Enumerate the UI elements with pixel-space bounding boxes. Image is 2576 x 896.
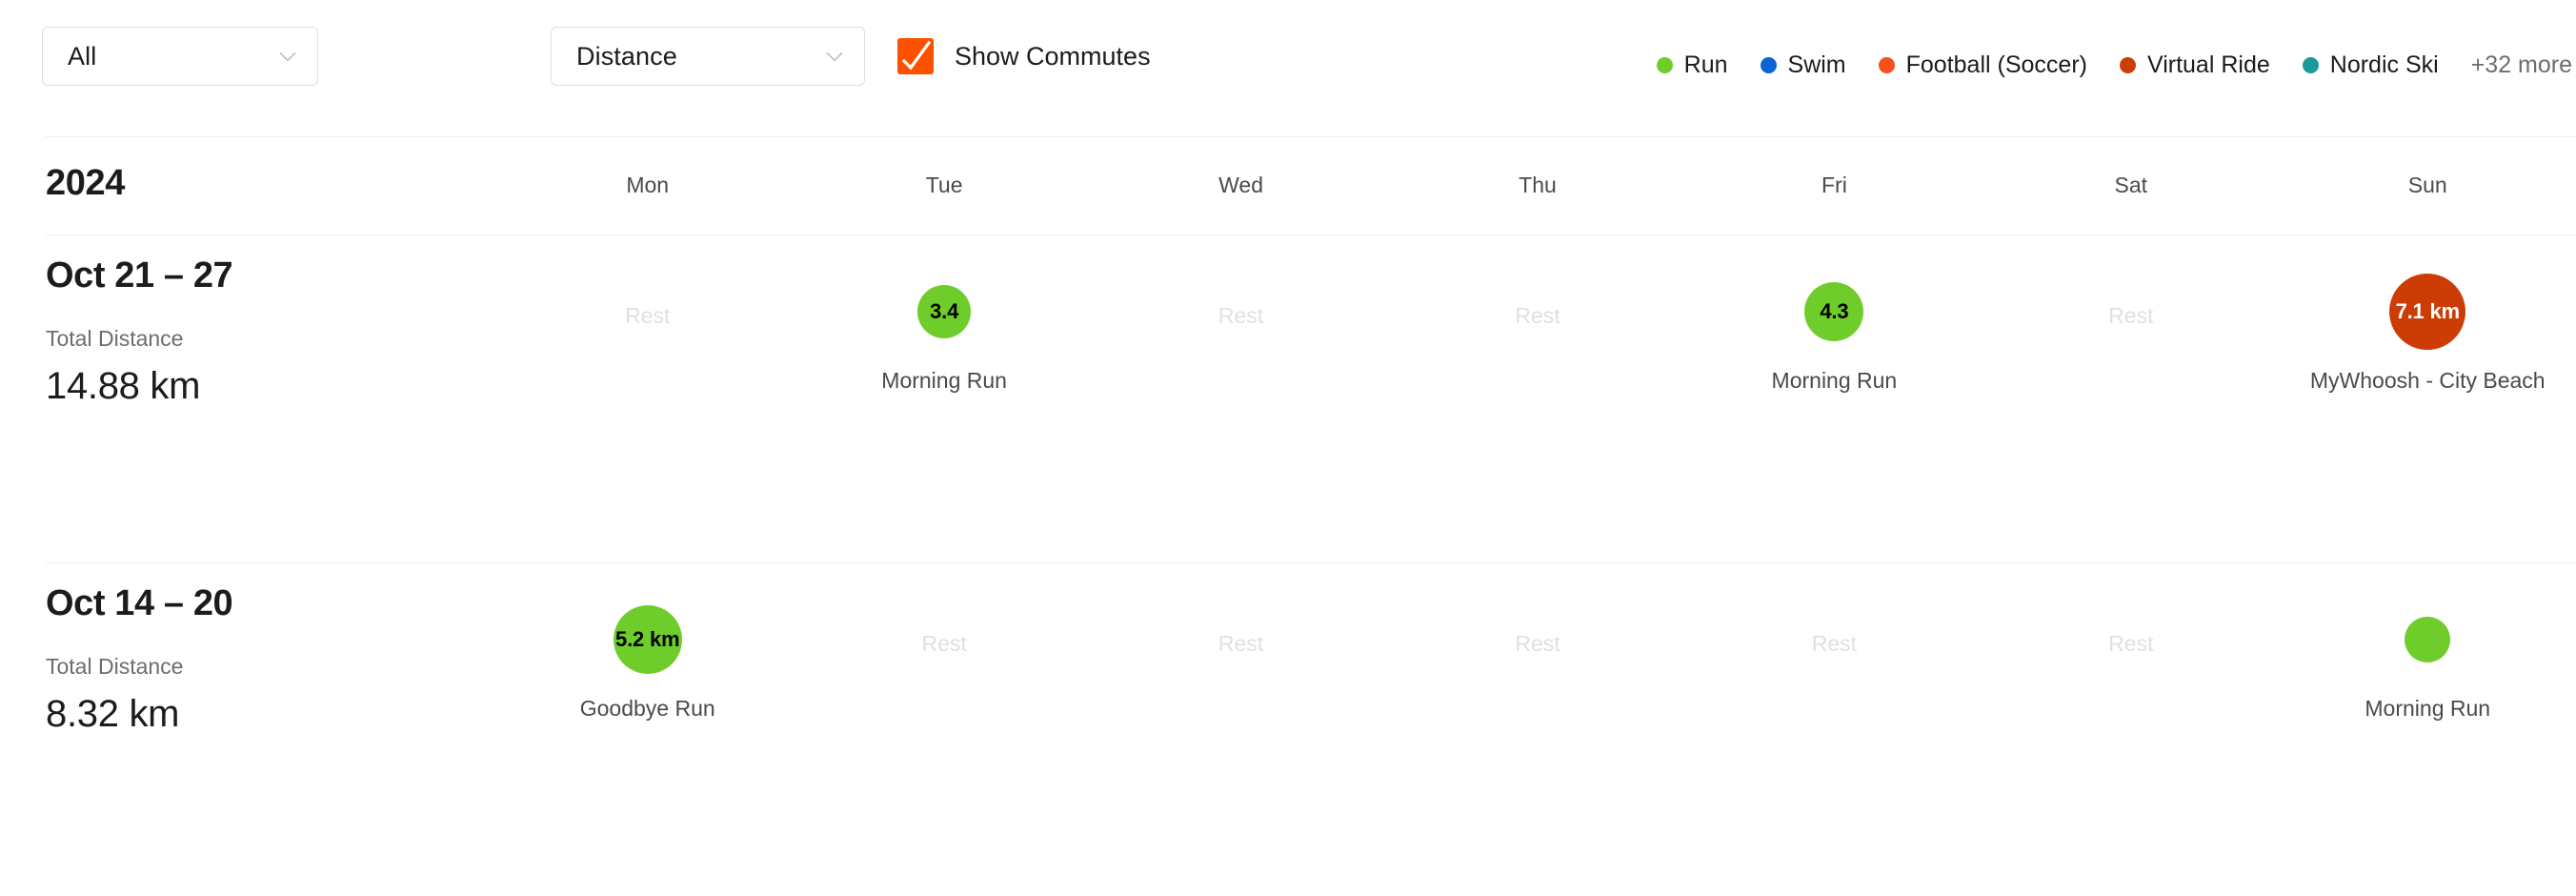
activity-name-label[interactable]: Morning Run bbox=[1648, 368, 2021, 394]
day-header-thu: Thu bbox=[1389, 136, 1685, 234]
metric-filter-select[interactable]: Distance bbox=[551, 27, 865, 86]
day-header-label: Sun bbox=[2407, 173, 2447, 197]
sport-color-dot-icon bbox=[2119, 57, 2136, 73]
day-cell-sat[interactable]: Rest bbox=[1982, 562, 2279, 758]
rest-day-label: Rest bbox=[2108, 303, 2154, 328]
day-cell-fri[interactable]: Rest bbox=[1686, 562, 1982, 758]
rest-day-label: Rest bbox=[2108, 631, 2154, 656]
year-label: 2024 bbox=[46, 163, 125, 203]
rest-day-label: Rest bbox=[1515, 631, 1560, 656]
day-cell-mon[interactable]: 5.2 km Goodbye Run bbox=[499, 562, 795, 758]
activity-bubble-value: 5.2 km bbox=[615, 627, 680, 651]
activity-bubble-wrap bbox=[2280, 597, 2576, 682]
week-day-cells: 5.2 km Goodbye Run Rest Rest Rest Rest Rest Mor… bbox=[499, 562, 2576, 758]
rest-day-label: Rest bbox=[921, 631, 967, 656]
day-header-mon: Mon bbox=[499, 136, 795, 234]
week-stat-value: 8.32 km bbox=[46, 693, 180, 735]
week-summary: Oct 21 – 27 Total Distance 14.88 km bbox=[46, 234, 484, 405]
legend-item-nordic-ski[interactable]: Nordic Ski bbox=[2302, 51, 2439, 78]
day-cell-sun[interactable]: Morning Run bbox=[2280, 562, 2576, 758]
rest-day-label: Rest bbox=[1811, 631, 1858, 656]
sport-color-dot-icon bbox=[1878, 57, 1895, 73]
legend-label: Nordic Ski bbox=[2329, 51, 2439, 78]
rest-day-label: Rest bbox=[625, 303, 671, 328]
legend-item-virtual-ride[interactable]: Virtual Ride bbox=[2119, 51, 2270, 78]
week-stat-label: Total Distance bbox=[46, 654, 184, 679]
day-header-label: Sat bbox=[2114, 173, 2148, 197]
day-cell-wed[interactable]: Rest bbox=[1093, 234, 1389, 430]
training-calendar-page: All Distance Show Commutes Run Swim Foot… bbox=[0, 0, 2576, 896]
activity-bubble-value: 3.4 bbox=[930, 299, 959, 323]
calendar-week-row: Oct 21 – 27 Total Distance 14.88 km Rest 3.4… bbox=[0, 234, 2576, 430]
legend-label: Football (Soccer) bbox=[1905, 51, 2087, 78]
activity-bubble-value: 4.3 bbox=[1820, 299, 1849, 323]
day-header-sun: Sun bbox=[2280, 136, 2576, 234]
rest-day-label: Rest bbox=[1218, 303, 1264, 328]
activity-name-label[interactable]: MyWhoosh - City Beach bbox=[2242, 368, 2576, 394]
day-header-sat: Sat bbox=[1982, 136, 2279, 234]
day-cell-thu[interactable]: Rest bbox=[1389, 234, 1685, 430]
sport-color-dot-icon bbox=[1760, 57, 1777, 73]
day-header-fri: Fri bbox=[1686, 136, 1982, 234]
activity-bubble[interactable]: 4.3 bbox=[1804, 282, 1864, 341]
sport-color-dot-icon bbox=[1656, 57, 1673, 73]
rest-day-label: Rest bbox=[1515, 303, 1560, 328]
day-header-label: Mon bbox=[626, 173, 670, 197]
activity-name-label[interactable]: Morning Run bbox=[757, 368, 1130, 394]
chevron-down-icon bbox=[822, 44, 847, 69]
activity-bubble-value: 7.1 km bbox=[2395, 299, 2460, 323]
legend-more-link[interactable]: +32 more bbox=[2471, 51, 2572, 79]
day-cell-mon[interactable]: Rest bbox=[499, 234, 795, 430]
checkbox-checked-icon[interactable] bbox=[897, 38, 934, 74]
day-header-label: Thu bbox=[1519, 173, 1557, 197]
day-header-label: Tue bbox=[925, 173, 963, 197]
day-name-columns: Mon Tue Wed Thu Fri Sat Sun bbox=[499, 136, 2576, 234]
activity-bubble-wrap: 7.1 km bbox=[2280, 269, 2576, 355]
day-cell-sun[interactable]: 7.1 km MyWhoosh - City Beach bbox=[2280, 234, 2576, 430]
sport-type-legend: Run Swim Football (Soccer) Virtual Ride … bbox=[1656, 51, 2576, 79]
activity-name-label[interactable]: Morning Run bbox=[2242, 696, 2576, 722]
day-cell-wed[interactable]: Rest bbox=[1093, 562, 1389, 758]
day-header-label: Fri bbox=[1821, 173, 1847, 197]
calendar-day-header-row: 2024 Mon Tue Wed Thu Fri Sat Sun bbox=[0, 136, 2576, 234]
day-cell-fri[interactable]: 4.3 Morning Run bbox=[1686, 234, 1982, 430]
calendar-week-row: Oct 14 – 20 Total Distance 8.32 km 5.2 km Go… bbox=[0, 562, 2576, 758]
legend-item-swim[interactable]: Swim bbox=[1760, 51, 1846, 78]
activity-bubble[interactable]: 5.2 km bbox=[613, 605, 682, 674]
rest-day-label: Rest bbox=[1218, 631, 1264, 656]
day-header-label: Wed bbox=[1218, 173, 1263, 197]
activity-name-label[interactable]: Goodbye Run bbox=[461, 696, 834, 722]
week-stat-value: 14.88 km bbox=[46, 365, 201, 407]
day-header-tue: Tue bbox=[795, 136, 1092, 234]
activity-bubble-wrap: 5.2 km bbox=[499, 597, 795, 682]
week-summary: Oct 14 – 20 Total Distance 8.32 km bbox=[46, 562, 484, 733]
legend-label: Virtual Ride bbox=[2146, 51, 2270, 78]
day-cell-tue[interactable]: 3.4 Morning Run bbox=[795, 234, 1092, 430]
day-header-wed: Wed bbox=[1093, 136, 1389, 234]
week-date-range[interactable]: Oct 21 – 27 bbox=[46, 257, 484, 294]
activity-type-filter-value: All bbox=[68, 41, 97, 71]
legend-label: Swim bbox=[1787, 51, 1846, 78]
filters-toolbar: All Distance Show Commutes Run Swim Foot… bbox=[0, 0, 2576, 116]
legend-item-football-soccer[interactable]: Football (Soccer) bbox=[1878, 51, 2087, 78]
activity-bubble-wrap: 3.4 bbox=[795, 269, 1092, 355]
activity-bubble[interactable] bbox=[2405, 617, 2451, 662]
legend-label: Run bbox=[1683, 51, 1728, 78]
day-cell-thu[interactable]: Rest bbox=[1389, 562, 1685, 758]
activity-bubble-wrap: 4.3 bbox=[1686, 269, 1982, 355]
week-date-range[interactable]: Oct 14 – 20 bbox=[46, 585, 484, 621]
show-commutes-toggle[interactable]: Show Commutes bbox=[897, 38, 1151, 74]
activity-bubble[interactable]: 7.1 km bbox=[2389, 274, 2466, 350]
day-cell-tue[interactable]: Rest bbox=[795, 562, 1092, 758]
week-day-cells: Rest 3.4 Morning Run Rest Rest 4.3 Morning Run… bbox=[499, 234, 2576, 430]
week-stat-label: Total Distance bbox=[46, 326, 184, 351]
activity-type-filter-select[interactable]: All bbox=[42, 27, 318, 86]
legend-item-run[interactable]: Run bbox=[1656, 51, 1728, 78]
metric-filter-value: Distance bbox=[576, 41, 677, 71]
show-commutes-label: Show Commutes bbox=[955, 41, 1151, 71]
activity-bubble[interactable]: 3.4 bbox=[917, 285, 972, 338]
day-cell-sat[interactable]: Rest bbox=[1982, 234, 2279, 430]
sport-color-dot-icon bbox=[2302, 57, 2319, 73]
chevron-down-icon bbox=[275, 44, 300, 69]
